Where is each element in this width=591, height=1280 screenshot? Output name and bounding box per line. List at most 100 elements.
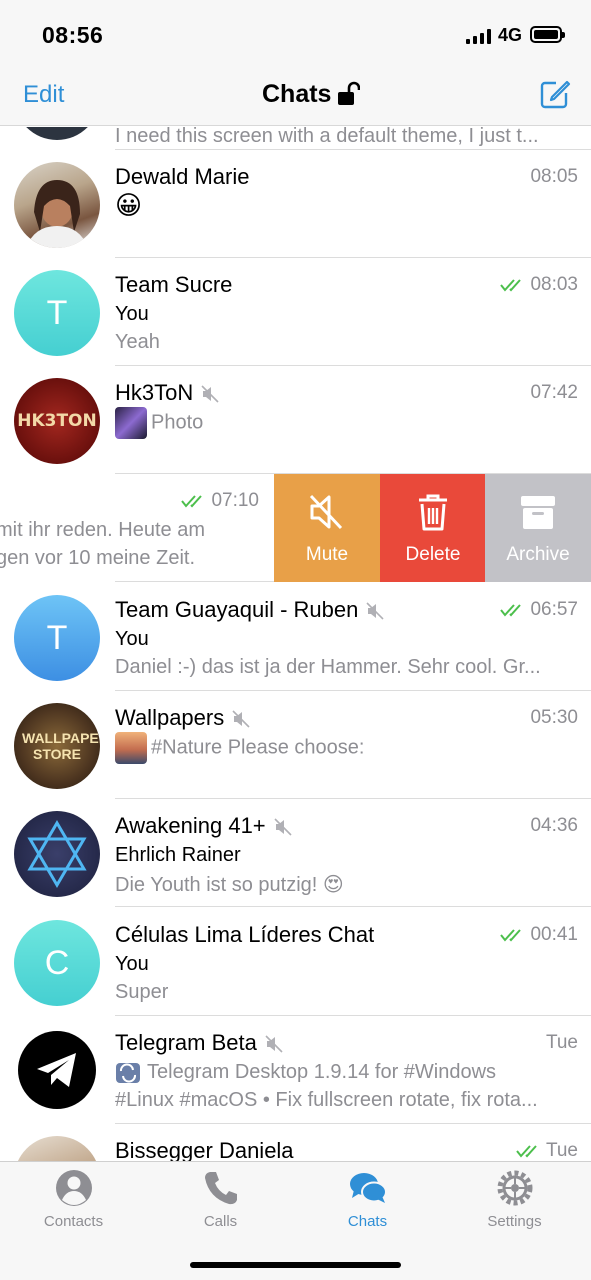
compose-icon[interactable] (539, 78, 571, 110)
chat-time: 06:57 (500, 599, 578, 621)
chat-name-text: Team Guayaquil - Ruben (115, 597, 359, 622)
swiped-chat-row[interactable]: 07:10 mit ihr reden. Heute am gen vor 10… (0, 474, 591, 582)
photo-thumbnail (115, 407, 147, 439)
chat-preview-line1: mit ihr reden. Heute am (0, 519, 205, 541)
tab-contacts[interactable]: Contacts (0, 1162, 147, 1242)
chat-preview-text: Photo (151, 411, 204, 434)
lock-icon[interactable] (336, 81, 360, 107)
chat-time: 04:36 (530, 815, 578, 836)
network-label: 4G (498, 25, 523, 45)
chat-preview: Photo (115, 407, 203, 439)
chat-time: Tue (545, 1032, 578, 1053)
read-check-icon (500, 279, 522, 292)
chat-name: Wallpapers (115, 705, 250, 731)
read-check-icon (516, 1145, 537, 1158)
avatar (14, 811, 100, 897)
chat-sender: You (115, 303, 149, 325)
delete-label: Delete (405, 544, 461, 565)
chat-row[interactable]: C Células Lima Líderes Chat 00:41 You Su… (0, 908, 591, 1016)
avatar: WALLPAPERS STORE (14, 703, 100, 789)
chat-name: Hk3ToN (115, 380, 219, 406)
muted-icon (274, 818, 292, 836)
avatar (14, 162, 100, 248)
battery-icon (530, 26, 565, 43)
chat-sender: You (115, 953, 149, 975)
read-check-icon (500, 604, 522, 617)
delete-action-button[interactable]: Delete (380, 474, 486, 582)
chat-time-text: Tue (545, 1140, 578, 1161)
edit-button[interactable]: Edit (23, 81, 64, 109)
chat-row[interactable]: Telegram Beta Tue Telegram Desktop 1.9.1… (0, 1016, 591, 1124)
telegram-plane-icon (37, 1053, 76, 1087)
chat-name: Team Guayaquil - Ruben (115, 597, 384, 623)
chat-time: 05:30 (530, 707, 578, 728)
chat-time-text: 07:10 (211, 490, 259, 511)
chat-row[interactable]: HK3TON Hk3ToN 07:42 Photo (0, 366, 591, 474)
chat-row[interactable]: T Team Sucre 08:03 You Yeah (0, 258, 591, 366)
chat-sender: You (115, 628, 149, 650)
chat-time-text: 06:57 (530, 599, 578, 620)
chat-preview: Telegram Desktop 1.9.14 for #Windows (115, 1061, 496, 1084)
chat-row[interactable]: Awakening 41+ 04:36 Ehrlich Rainer Die Y… (0, 799, 591, 907)
tab-settings[interactable]: Settings (441, 1162, 588, 1242)
chat-time: 08:03 (500, 274, 578, 296)
chat-preview: Super (115, 981, 169, 1003)
avatar-text: WALLPAPERS STORE (22, 730, 100, 762)
chat-list: I need this screen with a default theme,… (0, 127, 591, 1161)
phone-icon (205, 1172, 237, 1205)
chat-name: Dewald Marie (115, 164, 250, 189)
settings-icon (497, 1170, 533, 1206)
chat-name-text: Telegram Beta (115, 1030, 257, 1055)
chat-time-text: 00:41 (530, 924, 578, 945)
archive-action-button[interactable]: Archive (485, 474, 591, 582)
avatar: T (14, 270, 100, 356)
chat-time: 07:42 (530, 382, 578, 403)
chat-name-text: Hk3ToN (115, 380, 194, 405)
mute-label: Mute (305, 544, 349, 565)
photo-thumbnail (115, 732, 147, 764)
chat-preview: Daniel :-) das ist ja der Hammer. Sehr c… (115, 656, 541, 678)
chat-preview: 😀 (115, 190, 143, 220)
chat-preview: I need this screen with a default theme,… (115, 127, 539, 147)
person-photo (26, 180, 88, 248)
chat-name-text: Wallpapers (115, 705, 225, 730)
chat-time: 08:05 (530, 166, 578, 187)
tab-label: Chats (347, 1213, 388, 1230)
muted-icon (265, 1035, 283, 1053)
avatar-letter: T (46, 293, 68, 332)
tab-chats[interactable]: Chats (294, 1162, 441, 1242)
muted-icon (232, 710, 250, 728)
chat-row[interactable]: WALLPAPERS STORE Wallpapers 05:30 #Natur… (0, 691, 591, 799)
chat-time: Tue (516, 1140, 578, 1161)
chat-row[interactable]: Dewald Marie 08:05 😀 (0, 150, 591, 258)
chat-name: Team Sucre (115, 272, 233, 297)
avatar-letter: C (44, 943, 70, 982)
chat-preview-text: #Nature Please choose: (151, 736, 365, 759)
chat-row[interactable]: I need this screen with a default theme,… (0, 127, 591, 150)
avatar: C (14, 920, 100, 1006)
muted-icon (201, 385, 219, 403)
avatar (14, 127, 100, 140)
mute-action-button[interactable]: Mute (274, 474, 380, 582)
trash-icon (419, 494, 447, 531)
chat-preview: #Nature Please choose: (115, 732, 364, 764)
signal-icon (466, 28, 491, 44)
avatar (18, 1031, 96, 1109)
tab-calls[interactable]: Calls (147, 1162, 294, 1242)
read-check-icon (181, 495, 203, 508)
chat-row[interactable]: T Team Guayaquil - Ruben 06:57 You Danie… (0, 583, 591, 691)
status-bar: 08:56 4G (0, 0, 591, 70)
avatar: HK3TON (14, 378, 100, 464)
status-time: 08:56 (42, 22, 104, 48)
chat-name: Telegram Beta (115, 1030, 283, 1056)
chat-preview-line2: gen vor 10 meine Zeit. (0, 547, 195, 569)
chat-row[interactable]: Bissegger Daniela Tue (0, 1124, 591, 1161)
tab-label: Calls (203, 1213, 238, 1230)
chat-time-text: 08:03 (530, 274, 578, 295)
repeat-icon (116, 1062, 140, 1083)
avatar: T (14, 595, 100, 681)
chat-name-text: Awakening 41+ (115, 813, 266, 838)
nav-bar: Edit Chats (0, 70, 591, 126)
home-indicator[interactable] (190, 1262, 401, 1268)
swiped-chat-content[interactable]: 07:10 mit ihr reden. Heute am gen vor 10… (0, 474, 274, 582)
